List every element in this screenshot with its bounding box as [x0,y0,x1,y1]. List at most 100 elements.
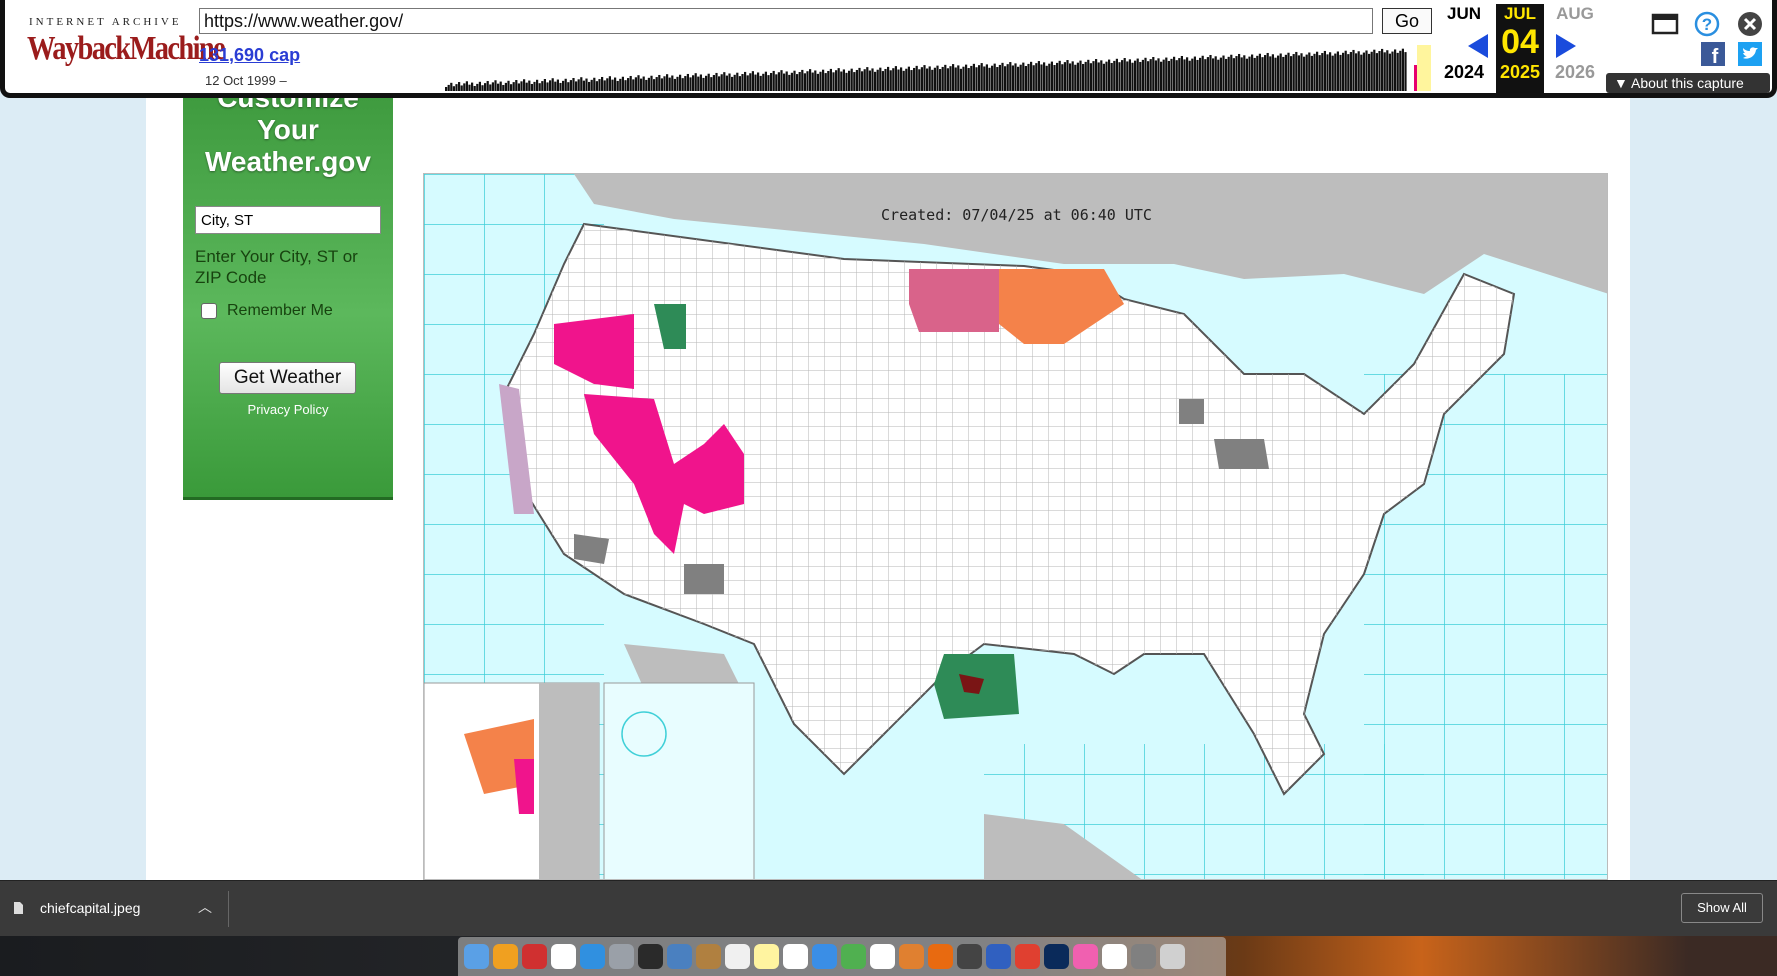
dock-app-icon[interactable] [1102,944,1127,969]
sparkline-bar [829,68,832,91]
capture-sparkline[interactable] [305,45,1431,91]
sparkline-bar [910,70,913,91]
sparkline-bar [569,80,572,91]
sparkline-bar [998,64,1001,91]
sparkline-bar [1113,60,1116,91]
sparkline-bar [751,71,754,91]
sparkline-bar [1128,59,1131,91]
hazard-socal-gray [574,534,609,564]
sparkline-bar [1188,60,1191,91]
sparkline-bar [642,76,645,91]
svg-text:?: ? [1702,15,1712,34]
sparkline-bar [551,78,554,91]
hazard-map[interactable]: Created: 07/04/25 at 06:40 UTC [423,173,1608,880]
dock-app-icon[interactable] [1160,944,1185,969]
sparkline-bar [876,69,879,91]
sparkline-bar [936,65,939,91]
sparkline-bar [975,67,978,91]
twitter-icon[interactable] [1738,42,1762,66]
show-all-button[interactable]: Show All [1681,893,1763,923]
dock-app-icon[interactable] [986,944,1011,969]
sparkline-bar [923,65,926,91]
sparkline-bar [458,82,461,91]
captures-link[interactable]: 131,690 cap [199,45,300,66]
sparkline-bar [536,79,539,91]
dock-app-icon[interactable] [609,944,634,969]
dock-app-icon[interactable] [522,944,547,969]
sparkline-bar [585,78,588,91]
sparkline-bar [676,76,679,91]
sparkline-bar [1235,56,1238,91]
get-weather-button[interactable]: Get Weather [219,362,356,394]
dock-app-icon[interactable] [1015,944,1040,969]
dock-app-icon[interactable] [464,944,489,969]
hazard-arizona-gray [684,564,724,594]
dock-app-icon[interactable] [899,944,924,969]
sparkline-bar [541,81,544,91]
remember-me[interactable]: Remember Me [201,302,333,320]
close-icon[interactable] [1736,10,1764,38]
dock-app-icon[interactable] [696,944,721,969]
about-this-capture[interactable]: ▼ About this capture [1606,73,1770,93]
dock-app-icon[interactable] [957,944,982,969]
sparkline-bar [593,77,596,91]
sparkline-bar [575,81,578,91]
dock-app-icon[interactable] [870,944,895,969]
dock-app-icon[interactable] [928,944,953,969]
sparkline-bar [858,67,861,91]
sparkline-bar [754,74,757,91]
sparkline-bar [627,78,630,91]
sparkline-bar [582,80,585,91]
dock-app-icon[interactable] [638,944,663,969]
dock-app-icon[interactable] [812,944,837,969]
next-month: AUG [1556,4,1594,23]
wayback-url-input[interactable] [199,8,1373,34]
sparkline-bar [450,82,453,91]
go-button[interactable]: Go [1382,8,1432,34]
sparkline-bar [595,81,598,91]
sparkline-bar [1102,63,1105,91]
map-created-timestamp: Created: 07/04/25 at 06:40 UTC [881,206,1152,224]
sparkline-bar [788,74,791,91]
dock-app-icon[interactable] [580,944,605,969]
sparkline-bar [832,72,835,91]
sparkline-bar [801,69,804,91]
sparkline-bar [978,65,981,91]
remember-me-checkbox[interactable] [201,303,217,319]
help-icon[interactable]: ? [1693,10,1721,38]
sparkline-bar [962,66,965,91]
download-filename[interactable]: chiefcapital.jpeg [40,900,140,916]
prev-arrow-icon[interactable] [1468,34,1488,58]
dock-app-icon[interactable] [754,944,779,969]
sparkline-bar [1287,52,1290,91]
sparkline-bar [660,78,663,91]
dock-app-icon[interactable] [783,944,808,969]
facebook-icon[interactable]: f [1701,42,1725,66]
sparkline-bar [1144,57,1147,91]
sparkline-bar [554,81,557,91]
window-icon[interactable] [1651,12,1679,36]
sparkline-bar [491,82,494,91]
chevron-up-icon[interactable]: ︿ [198,897,212,917]
dock-app-icon[interactable] [1044,944,1069,969]
calendar-next[interactable]: AUG 2026 [1549,4,1601,83]
sparkline-bar [1342,52,1345,91]
sparkline-bar [770,73,773,91]
sparkline-bar [1251,54,1254,91]
wayback-logo[interactable]: WaybackMachine [27,30,226,68]
dock-app-icon[interactable] [551,944,576,969]
current-day: 04 [1501,23,1539,61]
dock-app-icon[interactable] [667,944,692,969]
dock-app-icon[interactable] [1073,944,1098,969]
dock-app-icon[interactable] [1131,944,1156,969]
sparkline-bar [954,67,957,91]
sparkline-bar [640,78,643,91]
dock-app-icon[interactable] [725,944,750,969]
sparkline-bar [887,66,890,91]
sparkline-bar [572,77,575,91]
privacy-policy-link[interactable]: Privacy Policy [183,402,393,417]
city-input[interactable] [195,206,381,234]
sparkline-bar [614,77,617,91]
dock-app-icon[interactable] [841,944,866,969]
dock-app-icon[interactable] [493,944,518,969]
